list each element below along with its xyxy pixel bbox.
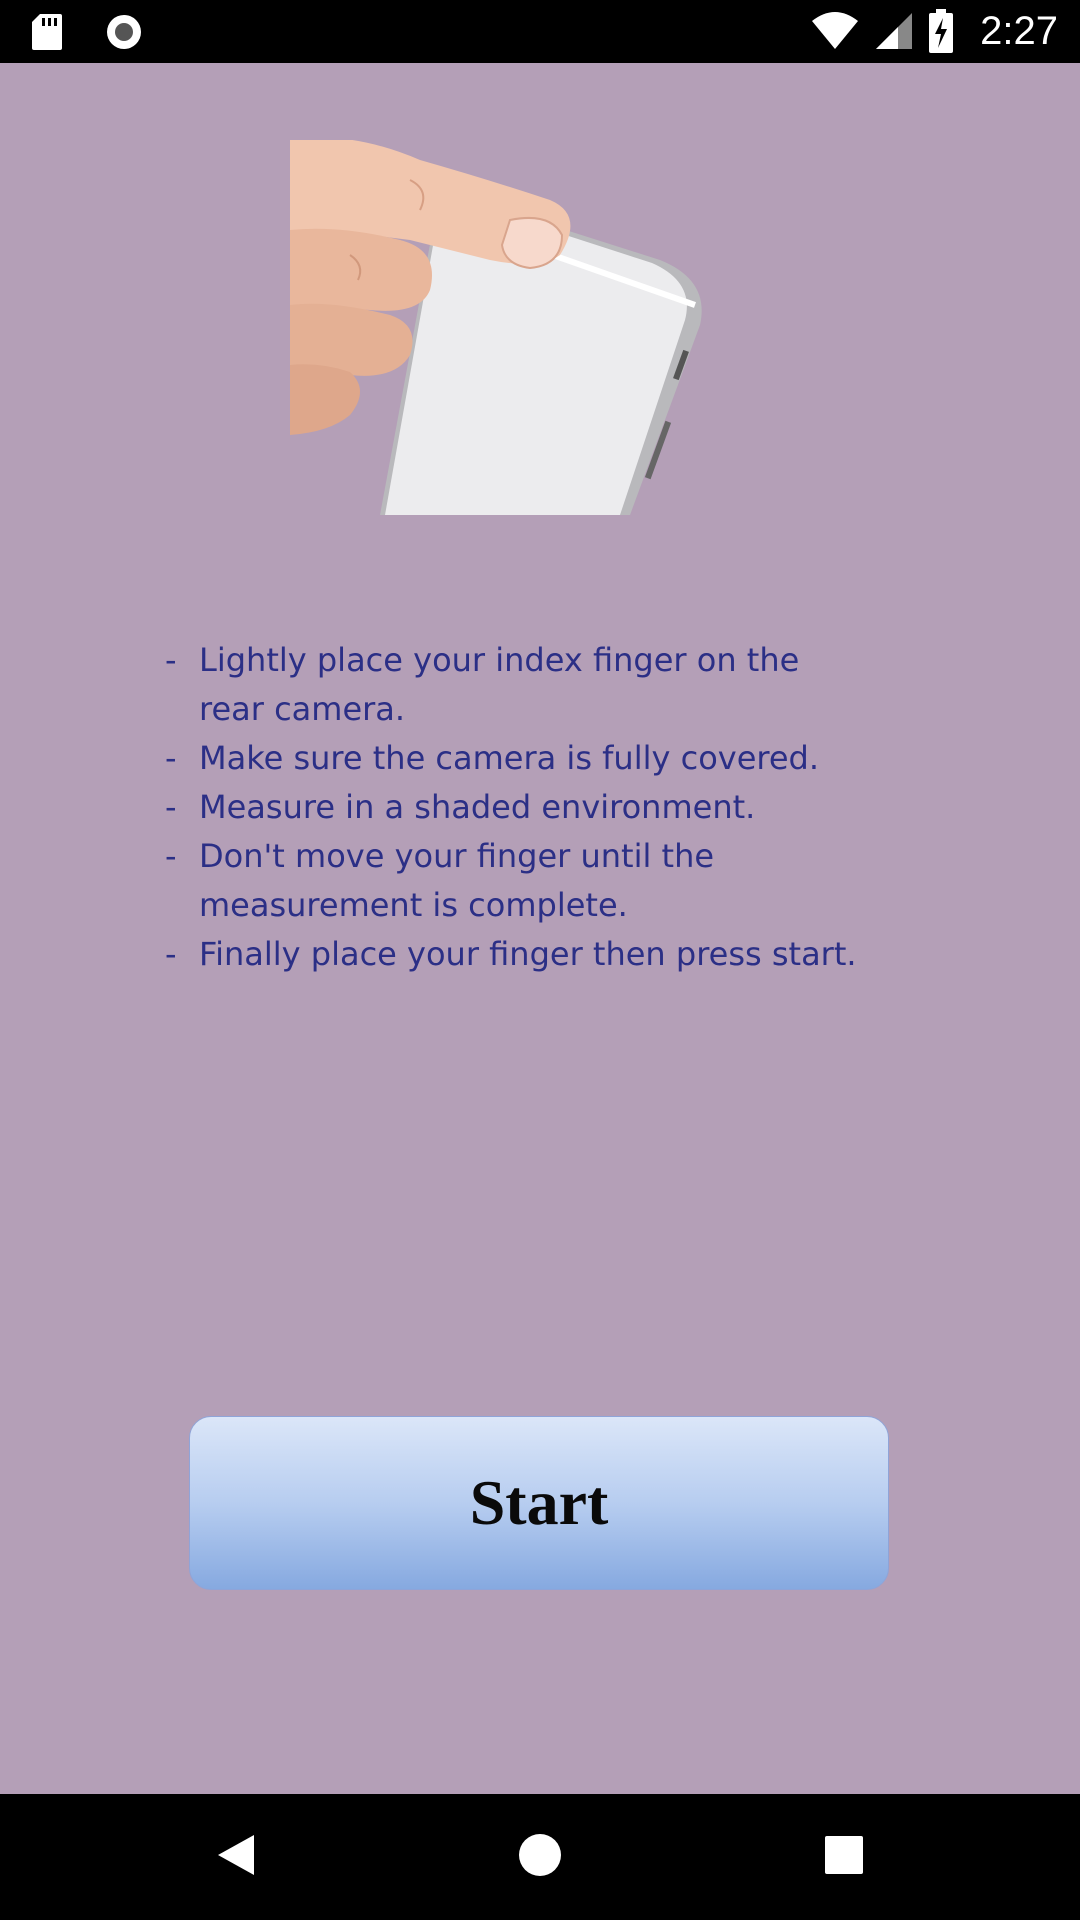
signal-icon bbox=[874, 11, 914, 51]
record-icon bbox=[104, 12, 144, 52]
navigation-bar bbox=[0, 1794, 1080, 1920]
sd-card-icon bbox=[30, 12, 64, 52]
battery-charging-icon bbox=[928, 9, 954, 53]
instruction-item: Measure in a shaded environment. bbox=[165, 783, 865, 832]
instructions-list: Lightly place your index finger on the r… bbox=[165, 636, 865, 979]
recents-button[interactable] bbox=[764, 1794, 924, 1920]
wifi-icon bbox=[810, 11, 860, 51]
instruction-item: Finally place your finger then press sta… bbox=[165, 930, 865, 979]
instruction-item: Lightly place your index finger on the r… bbox=[165, 636, 865, 734]
back-icon bbox=[214, 1831, 258, 1883]
home-icon bbox=[517, 1832, 563, 1882]
status-time: 2:27 bbox=[980, 8, 1058, 53]
start-button-label: Start bbox=[469, 1467, 609, 1538]
status-bar: 2:27 bbox=[0, 0, 1080, 63]
back-button[interactable] bbox=[156, 1794, 316, 1920]
instruction-item: Don't move your finger until the measure… bbox=[165, 832, 865, 930]
status-left-icons bbox=[30, 10, 144, 54]
finger-on-phone-camera-illustration bbox=[290, 137, 720, 515]
start-button[interactable]: Start bbox=[189, 1416, 889, 1590]
status-right-icons: 2:27 bbox=[810, 6, 1058, 56]
home-button[interactable] bbox=[460, 1794, 620, 1920]
recents-icon bbox=[823, 1834, 865, 1880]
instruction-item: Make sure the camera is fully covered. bbox=[165, 734, 865, 783]
